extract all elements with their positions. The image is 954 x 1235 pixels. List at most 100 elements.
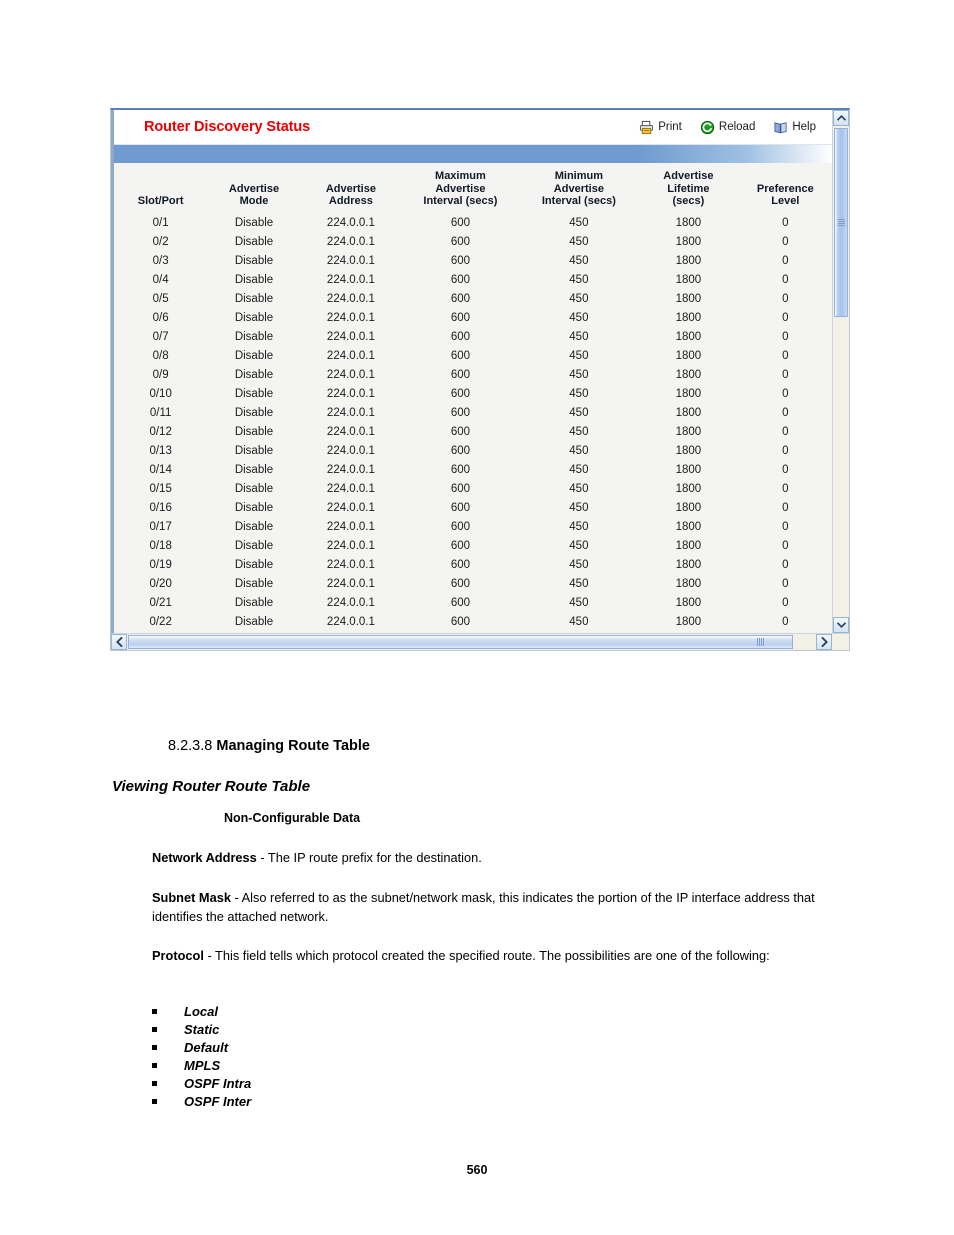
cell-5: 1800: [638, 365, 739, 385]
table-row[interactable]: 0/17 Disable 224.0.0.1 600 450 1800 0: [114, 517, 832, 537]
table-row[interactable]: 0/16 Disable 224.0.0.1 600 450 1800 0: [114, 498, 832, 518]
accent-bar: [114, 144, 832, 163]
table-row[interactable]: 0/13 Disable 224.0.0.1 600 450 1800 0: [114, 441, 832, 461]
reload-icon: [700, 120, 715, 134]
column-header-6: Preference Level: [738, 170, 832, 214]
scroll-right-button[interactable]: [816, 634, 832, 650]
cell-5: 1800: [638, 327, 739, 347]
table-row[interactable]: 0/5 Disable 224.0.0.1 600 450 1800 0: [114, 289, 832, 309]
cell-0: 0/20: [114, 574, 208, 594]
table-row[interactable]: 0/6 Disable 224.0.0.1 600 450 1800 0: [114, 308, 832, 328]
table-row[interactable]: 0/2 Disable 224.0.0.1 600 450 1800 0: [114, 232, 832, 252]
cell-1: Disable: [207, 327, 301, 347]
table-row[interactable]: 0/22 Disable 224.0.0.1 600 450 1800 0: [114, 612, 832, 632]
column-header-line: Slot/Port: [137, 195, 184, 207]
table-row[interactable]: 0/10 Disable 224.0.0.1 600 450 1800 0: [114, 384, 832, 404]
cell-6: 0: [738, 346, 832, 366]
cell-0: 0/10: [114, 384, 208, 404]
cell-0: 0/2: [114, 232, 208, 252]
cell-4: 450: [519, 479, 639, 499]
cell-2: 224.0.0.1: [300, 574, 402, 594]
list-item-label: Default: [184, 1040, 229, 1055]
table-row[interactable]: 0/15 Disable 224.0.0.1 600 450 1800 0: [114, 479, 832, 499]
column-header-line: Preference: [756, 182, 814, 195]
cell-4: 450: [519, 213, 639, 233]
table-row[interactable]: 0/9 Disable 224.0.0.1 600 450 1800 0: [114, 365, 832, 385]
cell-2: 224.0.0.1: [300, 498, 402, 518]
cell-5: 1800: [638, 232, 739, 252]
table-row[interactable]: 0/3 Disable 224.0.0.1 600 450 1800 0: [114, 251, 832, 271]
scroll-up-button[interactable]: [833, 110, 849, 126]
list-item-label: Local: [184, 1004, 218, 1019]
cell-1: Disable: [207, 574, 301, 594]
cell-4: 450: [519, 574, 639, 594]
column-header-line: Address: [328, 195, 373, 207]
table-row[interactable]: 0/1 Disable 224.0.0.1 600 450 1800 0: [114, 213, 832, 233]
cell-1: Disable: [207, 365, 301, 385]
cell-1: Disable: [207, 555, 301, 575]
chevron-down-icon: [836, 622, 846, 628]
cell-0: 0/21: [114, 593, 208, 613]
cell-2: 224.0.0.1: [300, 327, 402, 347]
horizontal-scroll-track[interactable]: [127, 634, 816, 650]
cell-5: 1800: [638, 460, 739, 480]
column-header-2: Advertise Address: [300, 170, 402, 214]
table-row[interactable]: 0/19 Disable 224.0.0.1 600 450 1800 0: [114, 555, 832, 575]
cell-5: 1800: [638, 270, 739, 290]
square-bullet-icon: [152, 1045, 157, 1050]
scroll-down-button[interactable]: [833, 617, 849, 633]
table-row[interactable]: 0/8 Disable 224.0.0.1 600 450 1800 0: [114, 346, 832, 366]
cell-5: 1800: [638, 612, 739, 632]
cell-2: 224.0.0.1: [300, 308, 402, 328]
table-row[interactable]: 0/21 Disable 224.0.0.1 600 450 1800 0: [114, 593, 832, 613]
table-header-row: Slot/Port Advertise Mode Advertise Address Ma…: [114, 170, 832, 214]
cell-3: 600: [401, 479, 520, 499]
chevron-right-icon: [820, 637, 828, 647]
router-discovery-table: Slot/Port Advertise Mode Advertise Address Ma…: [114, 170, 832, 632]
table-scroll-viewport[interactable]: Slot/Port Advertise Mode Advertise Address Ma…: [114, 163, 832, 633]
horizontal-scrollbar[interactable]: [111, 633, 849, 650]
cell-1: Disable: [207, 612, 301, 632]
section-title: Managing Route Table: [216, 738, 370, 754]
cell-4: 450: [519, 498, 639, 518]
help-button[interactable]: Help: [773, 120, 816, 135]
print-button[interactable]: Print: [639, 120, 682, 135]
cell-3: 600: [401, 422, 520, 442]
non-configurable-data-heading: Non-Configurable Data: [224, 811, 361, 825]
cell-1: Disable: [207, 403, 301, 423]
vertical-scroll-track[interactable]: [833, 126, 849, 617]
column-header-line: Advertise: [228, 182, 280, 195]
table-row[interactable]: 0/4 Disable 224.0.0.1 600 450 1800 0: [114, 270, 832, 290]
cell-3: 600: [401, 441, 520, 461]
scroll-thumb-grip: [837, 218, 845, 227]
table-row[interactable]: 0/11 Disable 224.0.0.1 600 450 1800 0: [114, 403, 832, 423]
table-row[interactable]: 0/12 Disable 224.0.0.1 600 450 1800 0: [114, 422, 832, 442]
term-network-address: Network Address: [152, 850, 257, 865]
cell-6: 0: [738, 422, 832, 442]
cell-0: 0/22: [114, 612, 208, 632]
cell-2: 224.0.0.1: [300, 270, 402, 290]
scroll-left-button[interactable]: [111, 634, 127, 650]
cell-5: 1800: [638, 479, 739, 499]
table-row[interactable]: 0/7 Disable 224.0.0.1 600 450 1800 0: [114, 327, 832, 347]
column-header-line: Advertise: [553, 182, 604, 195]
document-page: Router Discovery Status Print Reload Hel…: [0, 0, 954, 1235]
vertical-scroll-thumb[interactable]: [834, 128, 848, 318]
table-body: 0/1 Disable 224.0.0.1 600 450 1800 0 0/2 Disable…: [114, 213, 832, 632]
list-item-label: MPLS: [184, 1058, 221, 1073]
reload-label: Reload: [718, 121, 756, 133]
cell-4: 450: [519, 365, 639, 385]
table-row[interactable]: 0/18 Disable 224.0.0.1 600 450 1800 0: [114, 536, 832, 556]
vertical-scrollbar[interactable]: [832, 110, 849, 633]
horizontal-scroll-thumb[interactable]: [128, 635, 793, 649]
cell-0: 0/15: [114, 479, 208, 499]
paragraph-subnet-mask: Subnet Mask - Also referred to as the su…: [152, 888, 842, 926]
reload-button[interactable]: Reload: [700, 120, 755, 135]
cell-0: 0/4: [114, 270, 208, 290]
column-header-line: Advertise: [663, 170, 714, 182]
cell-3: 600: [401, 213, 520, 233]
protocol-list: Local Static Default MPLS OSPF Intra OSPF Int…: [152, 1003, 251, 1111]
table-row[interactable]: 0/14 Disable 224.0.0.1 600 450 1800 0: [114, 460, 832, 480]
cell-0: 0/1: [114, 213, 208, 233]
table-row[interactable]: 0/20 Disable 224.0.0.1 600 450 1800 0: [114, 574, 832, 594]
